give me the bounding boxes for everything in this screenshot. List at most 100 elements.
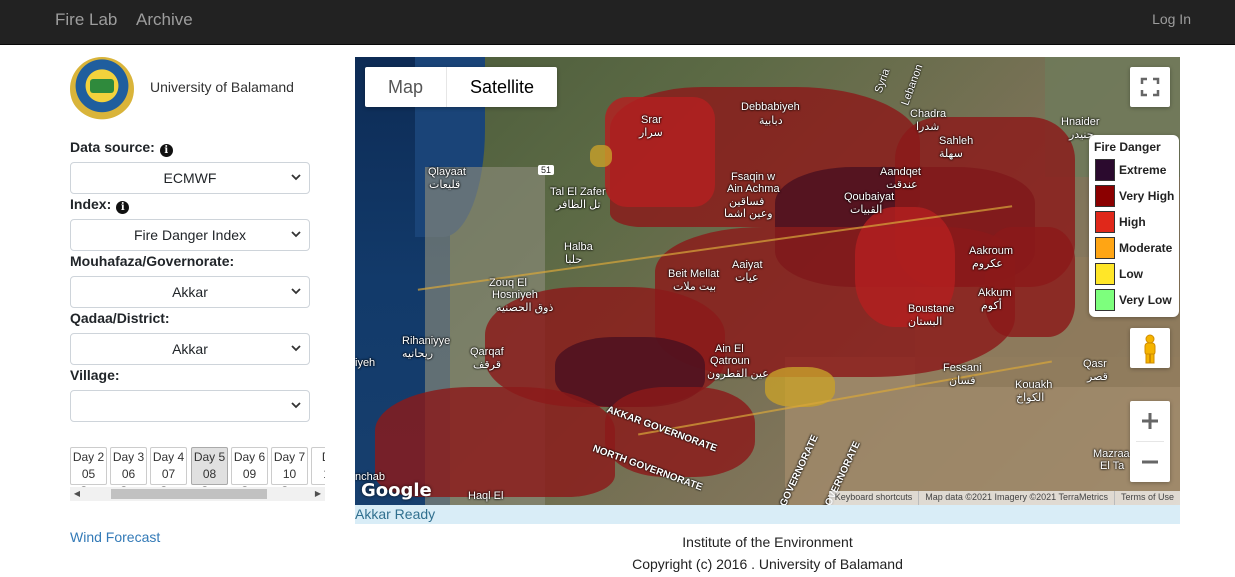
day-button[interactable]: Day 306 Oct bbox=[110, 447, 147, 487]
wind-forecast-link[interactable]: Wind Forecast bbox=[70, 529, 160, 545]
legend-swatch bbox=[1095, 237, 1115, 259]
place-label: Ain El bbox=[715, 343, 744, 355]
place-label: تل الظافر bbox=[556, 199, 601, 211]
place-label: Chadra bbox=[910, 108, 947, 120]
place-label: عندقت bbox=[886, 179, 918, 191]
legend-swatch bbox=[1095, 263, 1115, 285]
login-link[interactable]: Log In bbox=[1152, 11, 1191, 27]
place-label: Tal El Zafer bbox=[550, 186, 606, 198]
place-label: الكواخ bbox=[1016, 392, 1045, 404]
day-button[interactable]: Day 407 Oct bbox=[150, 447, 187, 487]
top-navbar: Fire Lab Archive Log In bbox=[0, 0, 1235, 45]
street-view-button[interactable] bbox=[1130, 328, 1170, 368]
map-type-satellite-button[interactable]: Satellite bbox=[446, 67, 557, 107]
data-source-select[interactable]: ECMWF bbox=[70, 162, 310, 194]
scroll-thumb[interactable] bbox=[111, 489, 267, 499]
place-label: Ain Achma bbox=[727, 183, 780, 195]
village-label: Village: bbox=[70, 367, 120, 383]
legend-item: Extreme bbox=[1094, 157, 1179, 183]
google-logo: Google bbox=[361, 480, 432, 501]
legend-swatch bbox=[1095, 211, 1115, 233]
place-label: Aandqet bbox=[880, 166, 921, 178]
day-button[interactable]: Day 205 Oct bbox=[70, 447, 107, 487]
governorate-label: Mouhafaza/Governorate: bbox=[70, 253, 235, 269]
chevron-down-icon bbox=[291, 288, 301, 295]
place-label: القبيات bbox=[850, 204, 883, 216]
place-label: Qoubaiyat bbox=[844, 191, 895, 203]
legend-item: Low bbox=[1094, 261, 1179, 287]
scroll-left-icon[interactable]: ◀ bbox=[70, 487, 84, 501]
place-label: البستان bbox=[908, 316, 943, 328]
map-attribution: Keyboard shortcuts Map data ©2021 Imager… bbox=[828, 491, 1180, 505]
governorate-select[interactable]: Akkar bbox=[70, 276, 310, 308]
terms-link[interactable]: Terms of Use bbox=[1113, 491, 1180, 505]
district-select[interactable]: Akkar bbox=[70, 333, 310, 365]
place-label: Fessani bbox=[943, 362, 982, 374]
status-bar: Akkar Ready bbox=[355, 505, 1180, 524]
place-label: Boustane bbox=[908, 303, 955, 315]
place-label: Hosniyeh bbox=[492, 289, 538, 301]
footer-institute: Institute of the Environment bbox=[682, 534, 853, 550]
archive-link[interactable]: Archive bbox=[136, 10, 193, 30]
map-view[interactable]: Srar سرار Debbabiyeh دبابية Chadra شدرا … bbox=[355, 57, 1180, 505]
place-label: Kouakh bbox=[1015, 379, 1053, 391]
place-label: ريحانيه bbox=[402, 348, 434, 360]
pegman-icon bbox=[1144, 334, 1156, 364]
place-label: عكروم bbox=[972, 258, 1003, 270]
index-label: Index: i bbox=[70, 196, 130, 214]
place-label: قصر bbox=[1087, 371, 1108, 383]
village-select[interactable] bbox=[70, 390, 310, 422]
place-label: Qlayaat bbox=[428, 166, 466, 178]
chevron-down-icon bbox=[291, 231, 301, 238]
chevron-down-icon bbox=[291, 402, 301, 409]
place-label: عين القطرون bbox=[707, 368, 769, 380]
place-label: Mazraa bbox=[1093, 448, 1130, 460]
day-button[interactable]: Day 710 Oct bbox=[271, 447, 308, 487]
zoom-in-icon[interactable] bbox=[1130, 401, 1170, 441]
university-name: University of Balamand bbox=[150, 79, 294, 95]
day-button[interactable]: Day 609 Oct bbox=[231, 447, 268, 487]
place-label: سهلة bbox=[939, 148, 963, 160]
place-label: بيت ملات bbox=[673, 281, 717, 293]
legend-item: Very High bbox=[1094, 183, 1179, 209]
place-label: ذوق الحصنيه bbox=[496, 302, 554, 314]
place-label: Rihaniyye bbox=[402, 335, 451, 347]
index-select[interactable]: Fire Danger Index bbox=[70, 219, 310, 251]
info-icon[interactable]: i bbox=[159, 144, 173, 157]
day-selector: Day 205 Oct Day 306 Oct Day 407 Oct Day … bbox=[70, 447, 325, 487]
map-type-map-button[interactable]: Map bbox=[365, 67, 446, 107]
place-label: Aakroum bbox=[969, 245, 1014, 257]
place-label: شدرا bbox=[916, 121, 940, 133]
place-label: Lebanon bbox=[899, 62, 926, 108]
legend-title: Fire Danger bbox=[1094, 140, 1161, 154]
place-label: iyeh bbox=[355, 357, 376, 369]
info-icon[interactable]: i bbox=[116, 201, 130, 214]
zoom-out-icon[interactable] bbox=[1130, 442, 1170, 482]
keyboard-shortcuts-link[interactable]: Keyboard shortcuts bbox=[829, 491, 919, 505]
map-type-control: Map Satellite bbox=[365, 67, 558, 107]
scroll-right-icon[interactable]: ▶ bbox=[311, 487, 325, 501]
place-label: Qasr bbox=[1083, 358, 1107, 370]
place-label: Halba bbox=[564, 241, 593, 253]
place-label: Fsaqin w bbox=[731, 171, 776, 183]
map-data-text: Map data ©2021 Imagery ©2021 TerraMetric… bbox=[918, 491, 1114, 505]
legend-swatch bbox=[1095, 159, 1115, 181]
brand-link[interactable]: Fire Lab bbox=[55, 10, 117, 30]
fullscreen-button[interactable] bbox=[1130, 67, 1170, 107]
legend-item: High bbox=[1094, 209, 1179, 235]
place-label: Debbabiyeh bbox=[741, 101, 800, 113]
place-label: Syria bbox=[872, 67, 893, 95]
place-label: حلبا bbox=[565, 254, 583, 266]
chevron-down-icon bbox=[291, 345, 301, 352]
legend-swatch bbox=[1095, 289, 1115, 311]
data-source-label: Data source: i bbox=[70, 139, 173, 157]
day-button-selected[interactable]: Day 508 Oct bbox=[191, 447, 228, 487]
place-label: El Ta bbox=[1100, 460, 1125, 472]
place-label: Qatroun bbox=[710, 355, 750, 367]
legend-item: Very Low bbox=[1094, 287, 1179, 313]
day-scrollbar[interactable]: ◀ ▶ bbox=[70, 487, 325, 501]
place-label: أكوم bbox=[981, 300, 1002, 312]
university-logo bbox=[70, 57, 134, 121]
legend-item: Moderate bbox=[1094, 235, 1179, 261]
day-button[interactable]: Da11 bbox=[311, 447, 325, 485]
